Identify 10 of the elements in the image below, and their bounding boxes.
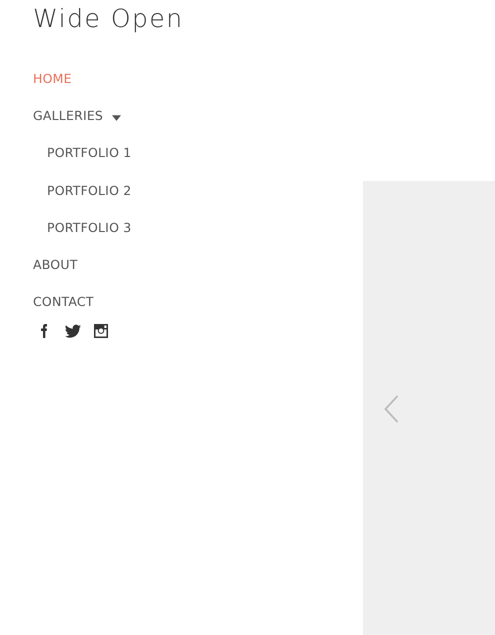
instagram-icon[interactable] (92, 322, 110, 340)
site-title[interactable]: Wide Open (33, 4, 184, 34)
menu-item[interactable]: GALLERIES (33, 108, 104, 124)
menu-item[interactable]: CONTACT (33, 294, 94, 310)
caret-icon[interactable] (112, 114, 122, 121)
submenu-item[interactable]: PORTFOLIO 1 (47, 145, 132, 160)
twitter-icon[interactable] (64, 322, 82, 340)
submenu-item[interactable]: PORTFOLIO 2 (47, 182, 132, 198)
menu-item[interactable]: ABOUT (33, 257, 78, 272)
submenu-item[interactable]: PORTFOLIO 3 (47, 220, 132, 235)
